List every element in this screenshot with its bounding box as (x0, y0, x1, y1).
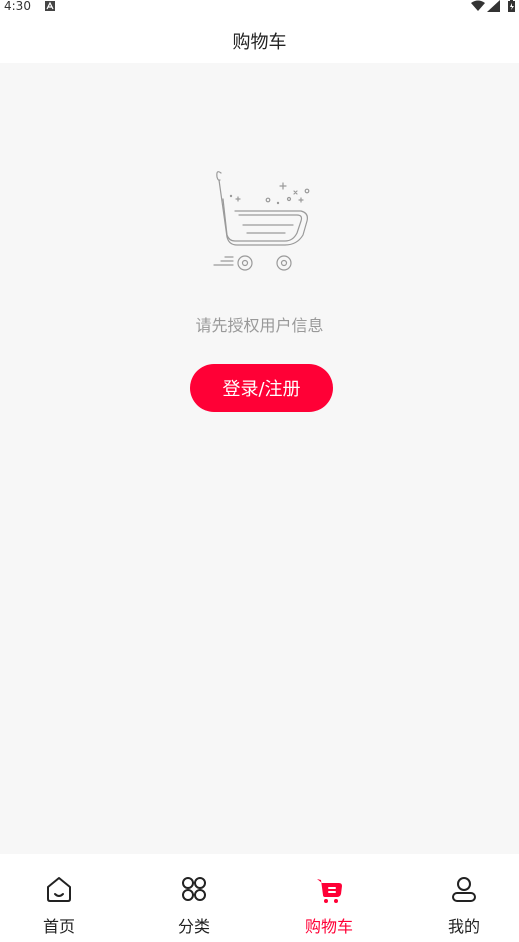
category-grid-icon (182, 877, 206, 901)
tab-label: 我的 (447, 917, 480, 936)
notification-a-icon (45, 1, 55, 11)
tab-cart[interactable]: 购物车 (264, 854, 394, 942)
bottom-tab-bar: 首页 分类 购物车 我的 (0, 854, 519, 942)
status-bar: 4:30 (0, 0, 519, 14)
tab-label: 分类 (177, 917, 210, 936)
page-header: 购物车 (0, 14, 519, 63)
home-icon (47, 877, 71, 902)
tab-profile[interactable]: 我的 (399, 854, 519, 942)
status-time: 4:30 (4, 0, 31, 13)
page-title: 购物车 (232, 31, 287, 53)
battery-icon (508, 0, 515, 12)
tab-label: 购物车 (304, 917, 353, 936)
cart-icon (317, 879, 342, 903)
signal-icon (487, 0, 500, 12)
wifi-icon (471, 0, 485, 11)
shopping-cart-icon (213, 171, 310, 271)
authorize-hint-text: 请先授权用户信息 (195, 316, 324, 335)
login-register-button[interactable]: 登录/注册 (190, 364, 333, 412)
tab-category[interactable]: 分类 (129, 854, 259, 942)
tab-home[interactable]: 首页 (0, 854, 124, 942)
tab-label: 首页 (42, 917, 75, 936)
user-icon (452, 877, 476, 902)
